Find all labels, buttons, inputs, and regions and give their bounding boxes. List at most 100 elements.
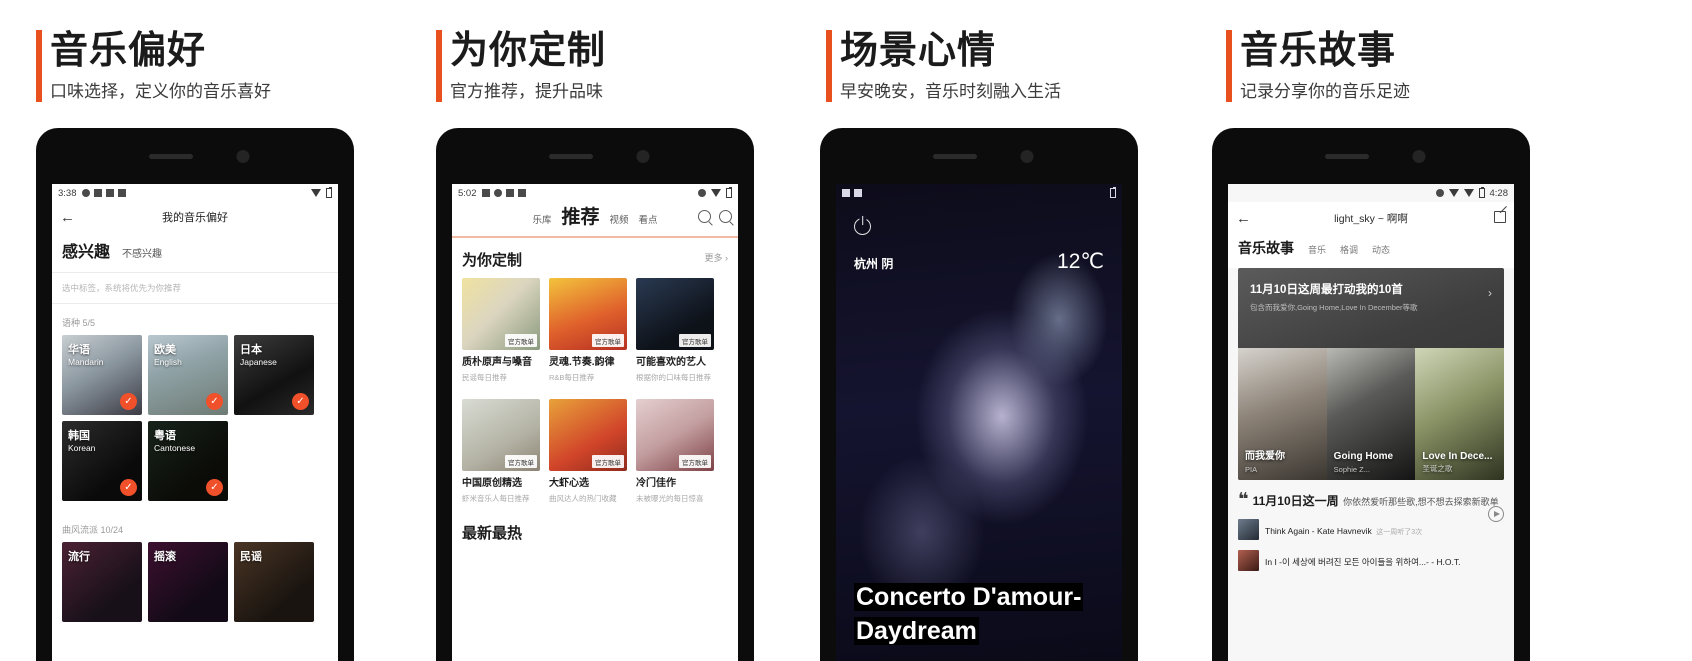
now-playing-title: Concerto D'amour-Daydream [854, 580, 1098, 648]
check-icon: ✓ [120, 393, 137, 410]
section-title: 为你定制 [462, 252, 523, 269]
more-link[interactable]: 更多 › [705, 251, 729, 264]
story-cover-cell[interactable]: Love In Dece... 圣诞之歌 [1415, 348, 1504, 480]
panel-heading-4: 音乐故事 记录分享你的音乐足迹 [1226, 28, 1410, 105]
playlist-row-1: 官方歌单 质朴原声与嗓音 民谣每日推荐 官方歌单 灵魂.节奏.韵律 R&B每日推… [452, 278, 738, 383]
official-badge: 官方歌单 [679, 334, 711, 347]
section-count: 10/24 [100, 525, 124, 535]
tab-not-interested[interactable]: 不感兴趣 [122, 245, 162, 260]
phone-notch [820, 128, 1138, 188]
tile-label-cn: 粤语 [154, 430, 176, 442]
tile-folk[interactable]: 民谣 [234, 542, 314, 622]
sync-icon [117, 189, 126, 197]
accent-bar-icon [36, 30, 42, 102]
tab-feed[interactable]: 动态 [1372, 243, 1390, 256]
playlist-card[interactable]: 官方歌单 灵魂.节奏.韵律 R&B每日推荐 [549, 278, 627, 383]
tile-japanese[interactable]: 日本 Japanese ✓ [234, 335, 314, 415]
story-cover-grid: 而我爱你 PIA Going Home Sophie Z... Love In … [1238, 348, 1504, 480]
tab-recommend[interactable]: 推荐 [561, 202, 599, 229]
status-clock: 3:38 [58, 187, 77, 199]
tile-label: 民谣 [240, 548, 262, 564]
playlist-title: 冷门佳作 [636, 478, 676, 489]
screenshot-icon [93, 189, 102, 197]
tile-pop[interactable]: 流行 [62, 542, 142, 622]
tab-video[interactable]: 视频 [610, 212, 629, 226]
wifi-icon [311, 189, 321, 197]
song-artist: Sophie Z... [1333, 465, 1370, 474]
check-icon: ✓ [292, 393, 309, 410]
song-artist: PIA [1245, 465, 1258, 474]
quote-strong: 11月10日这一周 [1252, 494, 1339, 508]
tile-english[interactable]: 欧美 English ✓ [148, 335, 228, 415]
playlist-card[interactable]: 官方歌单 大虾心选 曲风达人的热门收藏 [549, 399, 627, 504]
story-subtitle: 包含而我爱你,Going Home,Love In December等歌 [1250, 303, 1418, 312]
status-icons [481, 189, 526, 197]
camera-lens-icon [236, 150, 250, 163]
status-bar: 4:28 [1228, 184, 1514, 202]
story-card[interactable]: 11月10日这周最打动我的10首 包含而我爱你,Going Home,Love … [1238, 268, 1504, 480]
panel-title: 场景心情 [840, 30, 997, 72]
search-icon[interactable] [698, 210, 711, 223]
playlist-card[interactable]: 官方歌单 质朴原声与嗓音 民谣每日推荐 [462, 278, 540, 383]
tab-interested[interactable]: 感兴趣 [62, 238, 110, 262]
phone-frame-4: 4:28 ← light_sky ~ 啊啊 音乐故事 音乐 格调 动态 11月1… [1212, 128, 1530, 661]
panel-title: 音乐故事 [1240, 30, 1397, 72]
tile-rock[interactable]: 摇滚 [148, 542, 228, 622]
status-bar: 5:02 [452, 184, 738, 202]
headphones-icon[interactable] [719, 210, 732, 223]
edit-icon[interactable] [1494, 211, 1506, 223]
chevron-right-icon[interactable]: › [1488, 286, 1492, 300]
accent-bar-icon [436, 30, 442, 102]
tile-korean[interactable]: 韩国 Korean ✓ [62, 421, 142, 501]
tile-mandarin[interactable]: 华语 Mandarin ✓ [62, 335, 142, 415]
weather-temperature: 12℃ [1057, 250, 1104, 273]
quote-block: ❝ 11月10日这一周 你依然爱听那些歌,想不想去探索新歌单 [1228, 480, 1514, 522]
tile-label-cn: 流行 [68, 551, 90, 563]
check-icon: ✓ [206, 479, 223, 496]
sync-icon [517, 189, 526, 197]
tile-label-en: English [154, 357, 182, 367]
tile-cantonese[interactable]: 粤语 Cantonese ✓ [148, 421, 228, 501]
download-icon [854, 189, 862, 197]
genre-tile-row: 流行 摇滚 民谣 [52, 542, 338, 622]
song-list-item[interactable]: Think Again - Kate Havnevik 这一周听了3次 [1228, 514, 1514, 545]
phone-frame-1: 3:38 ← 我的音乐偏好 感兴趣 不感兴趣 选中标签，系统将优先为你推荐 语种… [36, 128, 354, 661]
playlist-card[interactable]: 官方歌单 冷门佳作 未被曝光的每日惊喜 [636, 399, 714, 504]
playlist-card[interactable]: 官方歌单 中国原创精选 虾米音乐人每日推荐 [462, 399, 540, 504]
jellyfish-background: 杭州 阴 12℃ Concerto D'amour-Daydream [836, 184, 1122, 661]
playlist-card[interactable]: 官方歌单 可能喜欢的艺人 根据你的口味每日推荐 [636, 278, 714, 383]
album-thumbnail [1238, 550, 1259, 571]
tile-label: 欧美 English [154, 341, 182, 367]
official-badge: 官方歌单 [505, 334, 537, 347]
story-cover-cell[interactable]: 而我爱你 PIA [1238, 348, 1327, 480]
playlist-title: 大虾心选 [549, 478, 589, 489]
tab-style[interactable]: 格调 [1340, 243, 1358, 256]
panel-subtitle: 口味选择，定义你的音乐喜好 [50, 82, 271, 101]
nav-bar: ← 我的音乐偏好 [52, 202, 338, 232]
panel-scene-mood: 场景心情 早安晚安，音乐时刻融入生活 杭州 阴 12℃ Concerto D'a… [782, 0, 1192, 661]
section-label-genre: 曲风流派 10/24 [52, 501, 338, 542]
tab-highlights[interactable]: 看点 [639, 212, 658, 226]
song-artist: 圣诞之歌 [1422, 464, 1453, 473]
tile-label-en: Japanese [240, 357, 277, 367]
play-icon[interactable] [1488, 506, 1504, 522]
power-icon[interactable] [854, 215, 871, 235]
song-list-item[interactable]: In I -이 세상에 버려진 모든 아이들을 위하여...- - H.O.T. [1228, 545, 1514, 576]
status-bar: 3:38 [52, 184, 338, 202]
story-cover-cell[interactable]: Going Home Sophie Z... [1326, 348, 1416, 480]
song-meta: In I -이 세상에 버려진 모든 아이들을 위하여...- - H.O.T. [1265, 552, 1461, 570]
nav-bar: ← light_sky ~ 啊啊 [1228, 202, 1514, 234]
marketing-screenshot-board: 音乐偏好 口味选择，定义你的音乐喜好 3:38 ← 我的音乐偏好 感兴趣 不感兴… [0, 0, 1692, 661]
signal-icon [698, 189, 706, 197]
panel-subtitle: 记录分享你的音乐足迹 [1240, 82, 1410, 101]
camera-lens-icon [1412, 150, 1426, 163]
tab-music-story[interactable]: 音乐故事 [1238, 238, 1294, 258]
wifi-icon [711, 189, 721, 197]
tab-music[interactable]: 音乐 [1308, 243, 1326, 256]
tile-label-en: Mandarin [68, 357, 104, 367]
check-icon: ✓ [120, 479, 137, 496]
page-title: 我的音乐偏好 [162, 212, 228, 224]
phone-notch [1212, 128, 1530, 188]
tile-label: 摇滚 [154, 548, 176, 564]
tab-library[interactable]: 乐库 [532, 212, 551, 226]
